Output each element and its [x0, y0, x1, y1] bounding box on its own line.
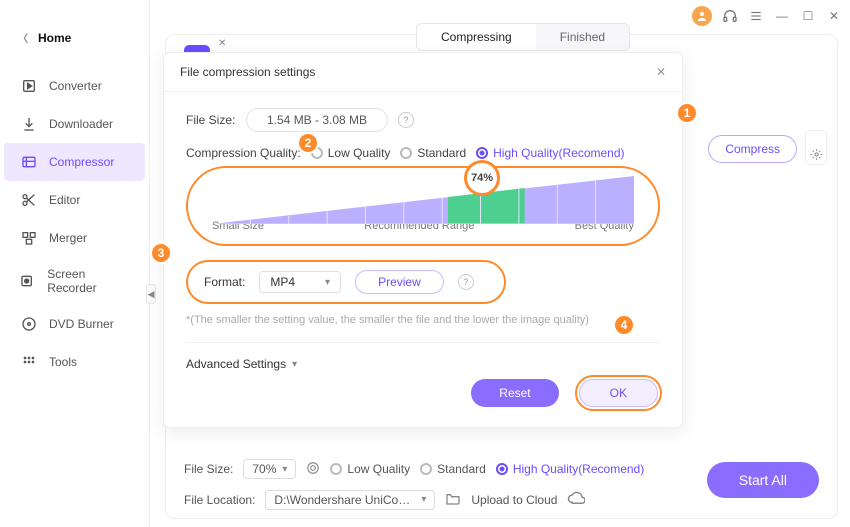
annotation-1: 1: [676, 102, 698, 124]
quality-slider[interactable]: 74% Small Size Recommended Range Best Qu…: [186, 166, 660, 246]
sidebar-item-screen-recorder[interactable]: Screen Recorder: [4, 257, 145, 305]
low-quality-radio[interactable]: Low Quality: [330, 462, 410, 476]
standard-quality-label: Standard: [417, 146, 466, 160]
compress-button[interactable]: Compress: [708, 135, 797, 163]
format-label: Format:: [204, 275, 245, 289]
sidebar-item-label: DVD Burner: [49, 317, 114, 331]
slider-triangle-icon: [212, 176, 634, 224]
chevron-down-icon: ▾: [325, 277, 330, 288]
standard-quality-radio[interactable]: Standard: [400, 146, 466, 160]
chevron-down-icon: ▾: [421, 494, 426, 505]
file-tab-close[interactable]: ✕: [218, 38, 226, 49]
target-icon[interactable]: [306, 461, 320, 478]
headset-icon[interactable]: [722, 8, 738, 24]
sidebar-item-converter[interactable]: Converter: [4, 67, 145, 105]
home-link[interactable]: 〈 Home: [0, 22, 149, 53]
help-icon[interactable]: ?: [458, 274, 474, 290]
file-size-label: File Size:: [186, 113, 236, 127]
sidebar-item-compressor[interactable]: Compressor: [4, 143, 145, 181]
file-size-select[interactable]: 70% ▾: [243, 459, 296, 479]
advanced-settings-label: Advanced Settings: [186, 357, 286, 371]
advanced-settings-toggle[interactable]: Advanced Settings ▾: [186, 342, 660, 371]
sidebar-item-label: Editor: [49, 193, 80, 207]
recorder-icon: [20, 272, 36, 290]
reset-button[interactable]: Reset: [471, 379, 558, 407]
grid-icon: [20, 353, 38, 371]
cloud-icon[interactable]: [567, 489, 585, 510]
converter-icon: [20, 77, 38, 95]
low-quality-label: Low Quality: [328, 146, 391, 160]
standard-quality-radio[interactable]: Standard: [420, 462, 486, 476]
compression-quality-label: Compression Quality:: [186, 146, 301, 160]
minimize-button[interactable]: —: [774, 8, 790, 24]
file-size-value: 70%: [252, 462, 276, 476]
chevron-left-icon: 〈: [18, 30, 28, 45]
user-avatar[interactable]: [692, 6, 712, 26]
annotation-3: 3: [150, 242, 172, 264]
open-folder-icon[interactable]: [445, 490, 461, 509]
low-quality-label: Low Quality: [347, 462, 410, 476]
file-size-pill[interactable]: 1.54 MB - 3.08 MB: [246, 108, 388, 132]
sidebar-item-label: Compressor: [49, 155, 114, 169]
high-quality-radio[interactable]: High Quality(Recomend): [496, 462, 644, 476]
ok-button-highlight: OK: [575, 375, 662, 411]
tab-bar: Compressing Finished: [416, 23, 630, 51]
slider-value-bubble[interactable]: 74%: [464, 160, 500, 196]
merger-icon: [20, 229, 38, 247]
high-quality-label: High Quality(Recomend): [493, 146, 624, 160]
preview-button[interactable]: Preview: [355, 270, 444, 294]
sidebar-item-tools[interactable]: Tools: [4, 343, 145, 381]
sidebar-item-label: Merger: [49, 231, 87, 245]
sidebar-item-merger[interactable]: Merger: [4, 219, 145, 257]
dialog-title: File compression settings: [180, 65, 315, 79]
sidebar-collapse-button[interactable]: ◀: [146, 284, 156, 304]
dialog-close-button[interactable]: ✕: [656, 65, 666, 79]
sidebar-item-downloader[interactable]: Downloader: [4, 105, 145, 143]
low-quality-radio[interactable]: Low Quality: [311, 146, 391, 160]
format-dropdown[interactable]: MP4 ▾: [259, 271, 341, 293]
menu-icon[interactable]: [748, 8, 764, 24]
compression-settings-dialog: File compression settings ✕ File Size: 1…: [163, 52, 683, 428]
file-location-select[interactable]: D:\Wondershare UniConverter 1 ▾: [265, 490, 435, 510]
compressor-icon: [20, 153, 38, 171]
hint-text: *(The smaller the setting value, the sma…: [186, 314, 660, 326]
close-window-button[interactable]: ✕: [826, 8, 842, 24]
home-label: Home: [38, 31, 71, 45]
sidebar-item-label: Downloader: [49, 117, 113, 131]
help-icon[interactable]: ?: [398, 112, 414, 128]
chevron-down-icon: ▾: [292, 359, 297, 370]
sidebar: 〈 Home Converter Downloader Compressor E…: [0, 0, 150, 527]
annotation-2: 2: [297, 132, 319, 154]
sidebar-item-label: Screen Recorder: [47, 267, 129, 295]
tab-compressing[interactable]: Compressing: [417, 24, 536, 50]
standard-quality-label: Standard: [437, 462, 486, 476]
settings-gear-button[interactable]: [805, 130, 827, 165]
sidebar-item-label: Converter: [49, 79, 102, 93]
tab-finished[interactable]: Finished: [536, 24, 629, 50]
chevron-down-icon: ▾: [282, 464, 287, 475]
upload-to-cloud-label: Upload to Cloud: [471, 493, 557, 507]
sidebar-item-dvd-burner[interactable]: DVD Burner: [4, 305, 145, 343]
high-quality-radio[interactable]: High Quality(Recomend): [476, 146, 624, 160]
file-location-value: D:\Wondershare UniConverter 1: [274, 493, 414, 507]
scissors-icon: [20, 191, 38, 209]
download-icon: [20, 115, 38, 133]
maximize-button[interactable]: ☐: [800, 8, 816, 24]
start-all-button[interactable]: Start All: [707, 462, 819, 498]
ok-button[interactable]: OK: [579, 379, 658, 407]
sidebar-item-label: Tools: [49, 355, 77, 369]
format-row: Format: MP4 ▾ Preview ?: [186, 260, 506, 304]
file-location-label: File Location:: [184, 493, 255, 507]
bottom-bar: File Size: 70% ▾ Low Quality Standard Hi…: [184, 459, 819, 510]
annotation-4: 4: [613, 314, 635, 336]
format-value: MP4: [270, 275, 295, 289]
sidebar-item-editor[interactable]: Editor: [4, 181, 145, 219]
high-quality-label: High Quality(Recomend): [513, 462, 644, 476]
disc-icon: [20, 315, 38, 333]
file-size-label: File Size:: [184, 462, 233, 476]
